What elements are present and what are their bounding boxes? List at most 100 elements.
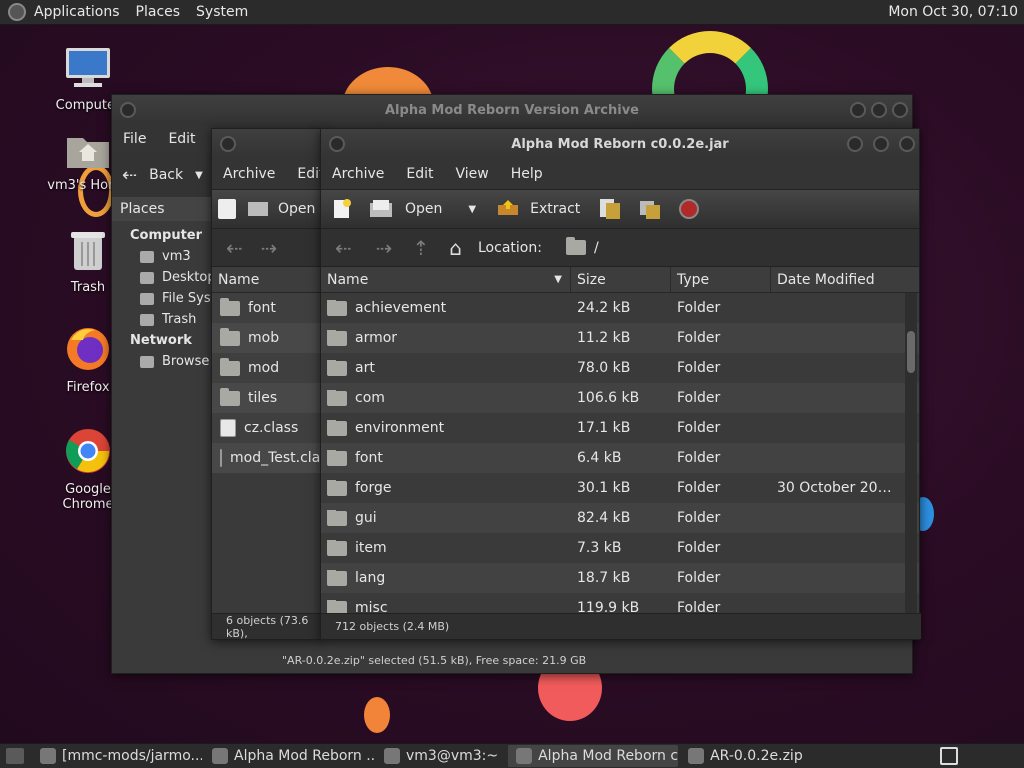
window-titlebar[interactable]: Alpha Mod Reborn Version Archive	[112, 95, 912, 125]
scrollbar-thumb[interactable]	[907, 331, 915, 373]
sidebar-item[interactable]: Browse Network	[112, 351, 212, 372]
extract-button[interactable]: Extract	[486, 199, 590, 219]
chevron-down-icon[interactable]: ▼	[195, 170, 203, 181]
table-row[interactable]: forge 30.1 kB Folder 30 October 2023, ...	[321, 473, 919, 503]
list-item[interactable]: mob	[212, 323, 323, 353]
table-row[interactable]: armor 11.2 kB Folder	[321, 323, 919, 353]
forward-arrow-icon[interactable]: ⇢	[257, 236, 282, 260]
show-desktop-icon[interactable]	[6, 748, 24, 764]
table-row[interactable]: art 78.0 kB Folder	[321, 353, 919, 383]
table-row[interactable]: com 106.6 kB Folder	[321, 383, 919, 413]
sidebar-item[interactable]: Desktop	[112, 267, 212, 288]
new-archive-button[interactable]	[321, 198, 359, 220]
add-folder-button[interactable]	[630, 197, 670, 221]
table-row[interactable]: item 7.3 kB Folder	[321, 533, 919, 563]
top-menu-applications[interactable]: Applications	[26, 4, 128, 20]
list-item[interactable]: tiles	[212, 383, 323, 413]
back-button[interactable]: Back	[149, 167, 183, 183]
menu-archive[interactable]: Archive	[321, 166, 395, 182]
column-date-modified[interactable]: Date Modified	[771, 267, 905, 292]
top-menu-system[interactable]: System	[188, 4, 256, 20]
archive-window-zip[interactable]: Archive Edit Open ⇠ ⇢ Name font mob mod tile…	[211, 128, 335, 640]
archive-icon	[516, 748, 533, 764]
taskbar-item[interactable]: AR-0.0.2e.zip	[680, 745, 811, 767]
menu-edit[interactable]: Edit	[395, 166, 444, 182]
folder-open-icon	[248, 202, 268, 216]
cell-size: 17.1 kB	[577, 420, 631, 436]
menu-edit[interactable]: Edit	[157, 131, 206, 147]
place-icon	[140, 355, 154, 368]
location-field[interactable]: /	[556, 237, 599, 256]
maximize-button[interactable]	[871, 102, 887, 118]
column-size[interactable]: Size	[571, 267, 671, 292]
window-menu-button[interactable]	[329, 136, 345, 152]
add-folder-icon	[640, 201, 661, 219]
new-archive-button[interactable]	[212, 199, 242, 219]
table-row[interactable]: environment 17.1 kB Folder	[321, 413, 919, 443]
column-type[interactable]: Type	[671, 267, 771, 292]
open-button[interactable]: Open ▼	[359, 199, 486, 219]
folder-icon	[327, 450, 347, 466]
home-icon[interactable]: ⌂	[439, 236, 472, 260]
archive-window-jar[interactable]: Alpha Mod Reborn c0.0.2e.jar Archive Edit…	[320, 128, 921, 640]
file-list: achievement 24.2 kB Folder armor 11.2 kB Fold…	[321, 293, 919, 623]
table-row[interactable]: gui 82.4 kB Folder	[321, 503, 919, 533]
window-menu-button[interactable]	[220, 136, 236, 152]
chevron-down-icon[interactable]: ▼	[468, 204, 476, 215]
back-arrow-icon[interactable]: ⇠	[212, 236, 257, 260]
list-item[interactable]: mod	[212, 353, 323, 383]
minimize-button[interactable]	[847, 136, 863, 152]
column-name[interactable]: Name ▼	[321, 267, 571, 292]
folder-icon	[220, 357, 240, 376]
cell-type: Folder	[677, 420, 721, 436]
taskbar-item[interactable]: Alpha Mod Reborn c...	[508, 745, 679, 767]
taskbar-item[interactable]: Alpha Mod Reborn ...	[204, 745, 374, 767]
folder-icon	[327, 540, 347, 556]
menubar: Archive Edit	[212, 159, 325, 189]
cell-type: Folder	[677, 570, 721, 586]
archive-icon	[688, 748, 705, 764]
stop-button[interactable]	[670, 198, 708, 220]
distro-logo-icon[interactable]	[8, 3, 26, 21]
column-name[interactable]: Name	[212, 267, 323, 292]
menu-archive[interactable]: Archive	[212, 166, 286, 182]
close-button[interactable]	[892, 102, 908, 118]
cell-size: 24.2 kB	[577, 300, 631, 316]
taskbar-item[interactable]: [mmc-mods/jarmo...	[32, 745, 202, 767]
sidebar-item[interactable]: Trash	[112, 309, 212, 330]
sidebar-item[interactable]: File System	[112, 288, 212, 309]
extract-icon	[498, 200, 519, 215]
back-arrow-icon[interactable]: ⇠	[321, 236, 366, 260]
table-row[interactable]: lang 18.7 kB Folder	[321, 563, 919, 593]
clock[interactable]: Mon Oct 30, 07:10	[888, 4, 1024, 20]
minimize-button[interactable]	[850, 102, 866, 118]
forward-arrow-icon[interactable]: ⇢	[366, 236, 403, 260]
taskbar-item[interactable]: vm3@vm3:~	[376, 745, 506, 767]
list-item[interactable]: cz.class	[212, 413, 323, 443]
workspace-switcher-icon[interactable]	[940, 747, 958, 765]
menu-file[interactable]: File	[112, 131, 157, 147]
open-button[interactable]: Open	[242, 201, 321, 217]
sidebar-item[interactable]: vm3	[112, 246, 212, 267]
file-list-viewport[interactable]: achievement 24.2 kB Folder armor 11.2 kB Fold…	[321, 293, 919, 623]
menu-view[interactable]: View	[445, 166, 500, 182]
window-titlebar[interactable]	[212, 129, 323, 159]
places-selector[interactable]: Places	[112, 197, 212, 221]
table-row[interactable]: font 6.4 kB Folder	[321, 443, 919, 473]
maximize-button[interactable]	[873, 136, 889, 152]
table-row[interactable]: achievement 24.2 kB Folder	[321, 293, 919, 323]
top-menu-places[interactable]: Places	[128, 4, 189, 20]
menu-help[interactable]: Help	[500, 166, 554, 182]
up-arrow-icon[interactable]: ⇡	[403, 236, 440, 260]
sort-descending-icon: ▼	[554, 274, 562, 285]
vertical-scrollbar[interactable]	[905, 293, 917, 623]
place-icon	[140, 313, 154, 326]
add-files-button[interactable]	[590, 197, 630, 221]
list-item[interactable]: font	[212, 293, 323, 323]
window-titlebar[interactable]: Alpha Mod Reborn c0.0.2e.jar	[321, 129, 919, 159]
home-folder-icon	[67, 138, 109, 168]
window-menu-button[interactable]	[120, 102, 136, 118]
list-item[interactable]: mod_Test.class	[212, 443, 335, 473]
close-button[interactable]	[899, 136, 915, 152]
cell-name-text: item	[355, 540, 387, 556]
